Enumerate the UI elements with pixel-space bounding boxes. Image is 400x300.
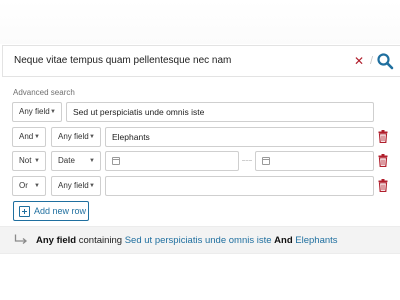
trash-icon[interactable]	[378, 130, 388, 143]
summary-connector: containing	[78, 235, 123, 246]
query-input[interactable]: Sed ut perspiciatis unde omnis iste	[66, 102, 374, 122]
field-select[interactable]: Date ▼	[51, 151, 101, 171]
separator-slash: /	[369, 55, 373, 67]
query-row: Not ▼ Date ▼	[12, 151, 400, 171]
date-from-input[interactable]	[105, 151, 239, 171]
add-row-button[interactable]: Add new row	[13, 201, 89, 221]
chevron-down-icon: ▼	[89, 158, 95, 164]
field-select[interactable]: Any field ▼	[51, 127, 101, 147]
operator-select[interactable]: Or ▼	[12, 176, 46, 196]
summary-value-1: Sed ut perspiciatis unde omnis iste	[124, 235, 272, 246]
field-select-label: Any field	[58, 132, 89, 141]
chevron-down-icon: ▼	[50, 109, 56, 115]
operator-select-label: And	[19, 132, 34, 141]
summary-value-2: Elephants	[295, 235, 338, 246]
query-row: And ▼ Any field ▼ Elephants	[12, 127, 400, 147]
chevron-down-icon: ▼	[34, 158, 40, 164]
summary-field: Any field	[36, 235, 77, 246]
query-input[interactable]: Elephants	[105, 127, 374, 147]
plus-square-icon	[19, 206, 30, 217]
field-select-label: Any field	[19, 107, 50, 116]
operator-select[interactable]: And ▼	[12, 127, 46, 147]
advanced-search-label: Advanced search	[13, 88, 75, 97]
chevron-down-icon: ▼	[34, 134, 40, 140]
search-icon[interactable]	[376, 52, 394, 70]
operator-select[interactable]: Not ▼	[12, 151, 46, 171]
return-arrow-icon	[14, 234, 28, 244]
chevron-down-icon: ▼	[89, 183, 95, 189]
operator-select-label: Or	[19, 181, 28, 190]
field-select-label: Any field	[58, 181, 89, 190]
field-select-label: Date	[58, 156, 75, 165]
summary-operator: And	[274, 235, 293, 246]
summary-text: Any field containing Sed ut perspiciatis…	[36, 235, 338, 246]
search-bar: Neque vitae tempus quam pellentesque nec…	[2, 45, 400, 77]
date-range-separator	[242, 160, 252, 161]
clear-icon[interactable]: ✕	[354, 55, 364, 67]
top-backdrop	[0, 0, 400, 44]
trash-icon[interactable]	[378, 179, 388, 192]
query-row: Any field ▼ Sed ut perspiciatis unde omn…	[12, 102, 400, 122]
chevron-down-icon: ▼	[89, 134, 95, 140]
calendar-icon	[112, 157, 120, 165]
add-row-label: Add new row	[34, 206, 87, 216]
operator-select-label: Not	[19, 156, 32, 165]
date-to-input[interactable]	[255, 151, 374, 171]
field-select[interactable]: Any field ▼	[51, 176, 101, 196]
query-input[interactable]	[105, 176, 374, 196]
chevron-down-icon: ▼	[34, 183, 40, 189]
trash-icon[interactable]	[378, 154, 388, 167]
search-input[interactable]: Neque vitae tempus quam pellentesque nec…	[14, 55, 231, 66]
field-select[interactable]: Any field ▼	[12, 102, 62, 122]
query-summary: Any field containing Sed ut perspiciatis…	[0, 226, 400, 254]
calendar-icon	[262, 157, 270, 165]
query-row: Or ▼ Any field ▼	[12, 176, 400, 196]
